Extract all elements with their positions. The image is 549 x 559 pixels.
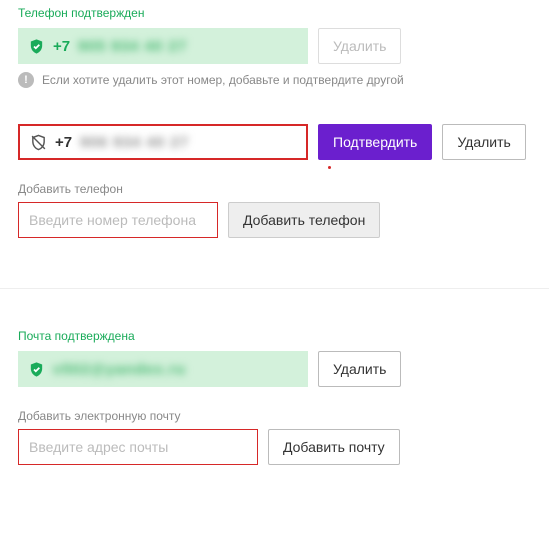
add-email-button[interactable]: Добавить почту <box>268 429 400 465</box>
confirmed-phone-prefix: +7 <box>53 38 70 55</box>
email-input[interactable] <box>18 429 258 465</box>
required-dot-icon <box>328 166 331 169</box>
info-row: ! Если хотите удалить этот номер, добавь… <box>18 72 531 88</box>
delete-confirmed-phone-button: Удалить <box>318 28 401 64</box>
add-phone-button[interactable]: Добавить телефон <box>228 202 380 238</box>
info-text: Если хотите удалить этот номер, добавьте… <box>42 73 404 87</box>
info-icon: ! <box>18 72 34 88</box>
shield-off-icon <box>30 134 47 151</box>
unconfirmed-phone-number: 906 934 40 27 <box>80 134 189 151</box>
delete-email-button[interactable]: Удалить <box>318 351 401 387</box>
phone-input[interactable] <box>18 202 218 238</box>
confirmed-email-row: v502@yandex.ru Удалить <box>18 351 531 387</box>
confirmed-email-value: v502@yandex.ru <box>53 361 186 378</box>
confirmed-phone-row: +7 905 934 40 27 Удалить <box>18 28 531 64</box>
confirmed-phone-number: 905 934 40 27 <box>78 38 187 55</box>
confirmed-email-box: v502@yandex.ru <box>18 351 308 387</box>
add-email-row: Добавить почту <box>18 429 531 465</box>
shield-check-icon <box>28 38 45 55</box>
section-divider <box>0 288 549 289</box>
add-email-label: Добавить электронную почту <box>18 409 531 423</box>
unconfirmed-phone-prefix: +7 <box>55 134 72 151</box>
add-phone-row: Добавить телефон <box>18 202 531 238</box>
confirm-phone-button[interactable]: Подтвердить <box>318 124 432 160</box>
shield-check-icon <box>28 361 45 378</box>
phone-confirmed-label: Телефон подтвержден <box>18 6 531 20</box>
email-confirmed-label: Почта подтверждена <box>18 329 531 343</box>
confirmed-phone-box: +7 905 934 40 27 <box>18 28 308 64</box>
unconfirmed-phone-row: +7 906 934 40 27 Подтвердить Удалить <box>18 124 531 160</box>
delete-unconfirmed-phone-button[interactable]: Удалить <box>442 124 525 160</box>
unconfirmed-phone-box: +7 906 934 40 27 <box>18 124 308 160</box>
add-phone-label: Добавить телефон <box>18 182 531 196</box>
